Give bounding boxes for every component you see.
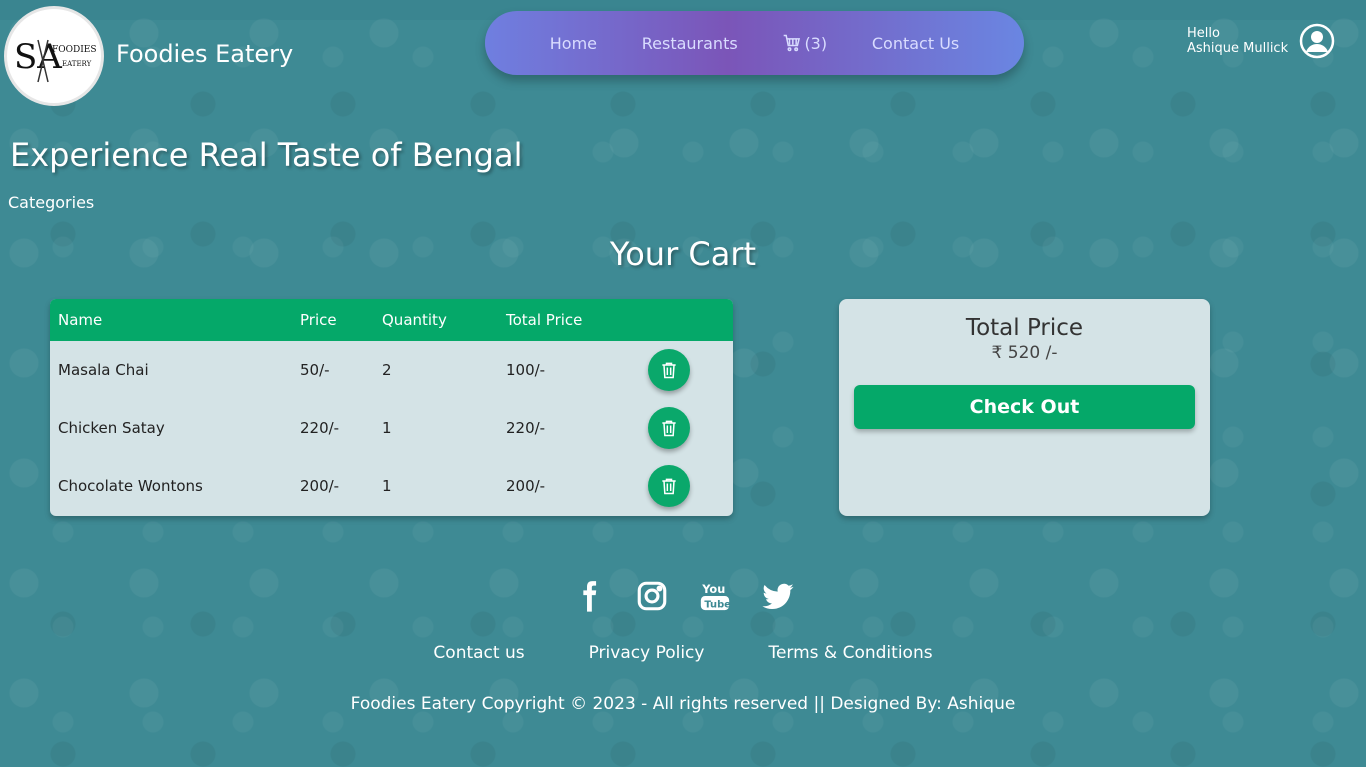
cart-count: (3): [804, 33, 828, 53]
item-total: 100/-: [506, 361, 546, 379]
cart-table: Name Price Quantity Total Price Masala C…: [50, 299, 733, 516]
footer-contact-link[interactable]: Contact us: [433, 643, 524, 663]
item-price: 220/-: [300, 419, 340, 437]
total-price-value: ₹ 520 /-: [991, 343, 1058, 363]
item-actions: [648, 407, 733, 449]
twitter-icon[interactable]: [760, 576, 795, 616]
logo-graphic: SA FOODIES EATERY: [14, 37, 97, 83]
col-price: Price: [300, 311, 337, 329]
col-quantity: Quantity: [382, 311, 447, 329]
hello-text: Hello: [1187, 26, 1220, 41]
footer-privacy-link[interactable]: Privacy Policy: [589, 643, 705, 663]
checkout-button[interactable]: Check Out: [854, 385, 1195, 429]
trash-icon: [662, 362, 676, 379]
item-name: Masala Chai: [58, 361, 149, 379]
trash-icon: [662, 478, 676, 495]
cart-title: Your Cart: [609, 235, 757, 273]
user-name: Ashique Mullick: [1187, 41, 1289, 56]
facebook-icon[interactable]: [571, 576, 606, 616]
main-nav: Home Restaurants (3) Contact Us: [485, 11, 1024, 75]
copyright-text: Foodies Eatery Copyright © 2023 - All ri…: [350, 694, 1016, 714]
delete-item-button[interactable]: [648, 407, 690, 449]
svg-text:You: You: [701, 582, 725, 596]
col-name: Name: [58, 311, 103, 329]
item-name: Chicken Satay: [58, 419, 165, 437]
item-actions: [648, 465, 733, 507]
brand-logo[interactable]: SA FOODIES EATERY: [4, 6, 104, 106]
svg-text:Tube: Tube: [704, 599, 731, 610]
delete-item-button[interactable]: [648, 465, 690, 507]
item-quantity: 2: [382, 361, 392, 379]
footer-terms-link[interactable]: Terms & Conditions: [768, 643, 932, 663]
item-price: 50/-: [300, 361, 330, 379]
table-header: Name Price Quantity Total Price: [50, 299, 733, 341]
youtube-icon[interactable]: You Tube: [697, 576, 732, 616]
table-row: Chocolate Wontons 200/- 1 200/-: [50, 457, 733, 515]
total-price-label: Total Price: [965, 315, 1084, 341]
table-row: Chicken Satay 220/- 1 220/-: [50, 399, 733, 457]
logo-text-bottom: EATERY: [62, 60, 92, 68]
social-links: You Tube: [0, 576, 1366, 616]
item-total: 220/-: [506, 419, 546, 437]
logo-text-top: FOODIES: [52, 45, 97, 55]
brand-name[interactable]: Foodies Eatery: [116, 40, 293, 68]
instagram-icon[interactable]: [634, 576, 669, 616]
user-avatar-icon[interactable]: [1299, 23, 1335, 59]
cart-icon: [784, 34, 801, 52]
nav-restaurants[interactable]: Restaurants: [642, 34, 738, 53]
item-name: Chocolate Wontons: [58, 477, 203, 495]
trash-icon: [662, 420, 676, 437]
table-row: Masala Chai 50/- 2 100/-: [50, 341, 733, 399]
item-quantity: 1: [382, 477, 392, 495]
item-total: 200/-: [506, 477, 546, 495]
hero-title: Experience Real Taste of Bengal: [10, 136, 523, 174]
col-total-price: Total Price: [506, 311, 583, 329]
nav-home[interactable]: Home: [550, 34, 597, 53]
delete-item-button[interactable]: [648, 349, 690, 391]
footer-links: Contact us Privacy Policy Terms & Condit…: [0, 643, 1366, 663]
nav-contact[interactable]: Contact Us: [872, 34, 959, 53]
user-greeting: Hello Ashique Mullick: [1187, 26, 1288, 56]
item-price: 200/-: [300, 477, 340, 495]
total-price-card: Total Price ₹ 520 /- Check Out: [839, 299, 1210, 516]
item-actions: [648, 349, 733, 391]
nav-cart[interactable]: (3): [782, 33, 827, 53]
item-quantity: 1: [382, 419, 392, 437]
categories-link[interactable]: Categories: [8, 193, 94, 212]
